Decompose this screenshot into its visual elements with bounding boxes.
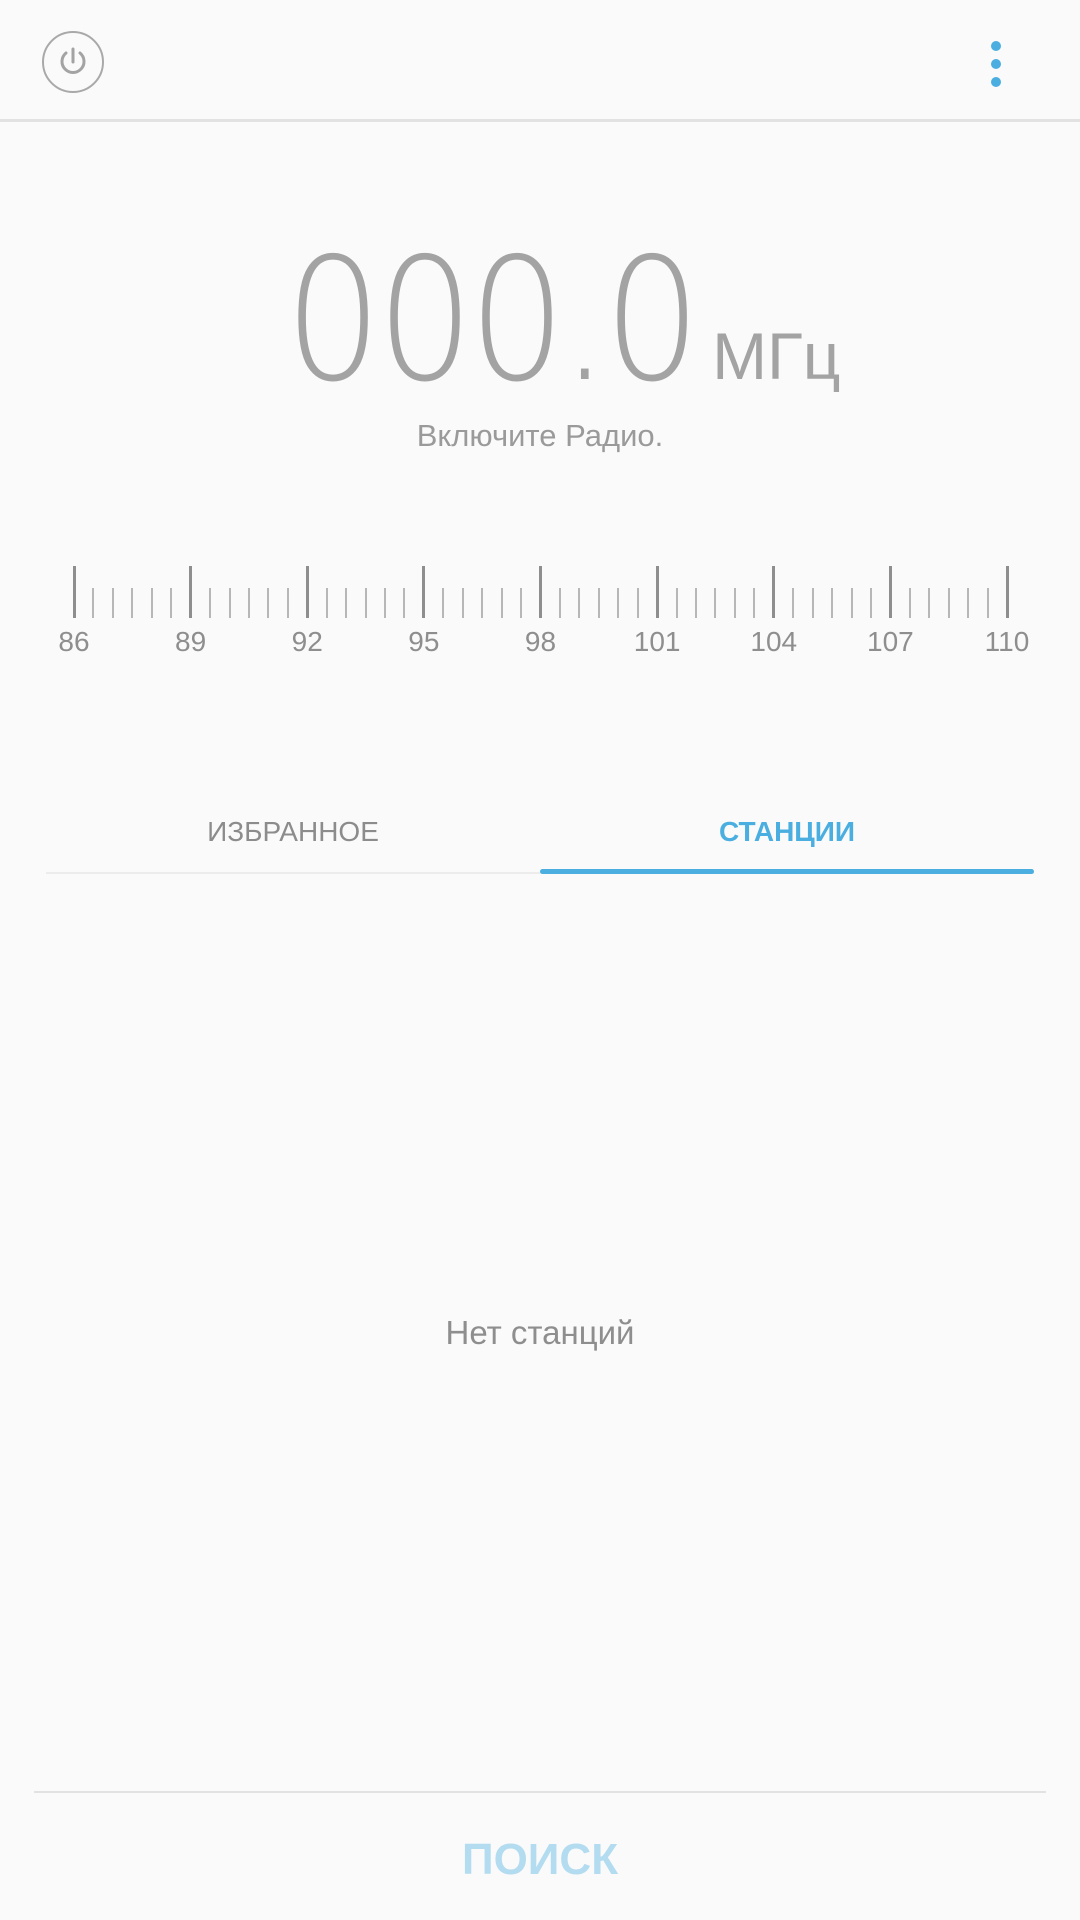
scale-minor-tick xyxy=(170,588,173,618)
scale-minor-tick xyxy=(831,588,834,618)
more-options-button[interactable] xyxy=(970,36,1022,92)
scale-label: 92 xyxy=(291,626,323,657)
scale-minor-tick xyxy=(908,588,911,618)
bottom-divider xyxy=(34,1791,1046,1793)
scale-minor-tick xyxy=(967,588,970,618)
scale-major-tick xyxy=(305,566,309,618)
scale-label: 110 xyxy=(984,626,1030,657)
scale-minor-tick xyxy=(384,588,386,618)
scale-minor-tick xyxy=(403,588,406,618)
scale-minor-tick xyxy=(228,588,231,618)
scale-label: 98 xyxy=(524,626,557,657)
scale-label: 107 xyxy=(867,626,914,657)
scale-major-tick xyxy=(655,566,659,618)
scale-label: 104 xyxy=(750,626,798,657)
more-vertical-icon xyxy=(991,41,1001,51)
scale-minor-tick xyxy=(597,588,600,618)
empty-stations-message: Нет станций xyxy=(445,1314,635,1351)
scale-minor-tick xyxy=(695,588,697,618)
scale-minor-tick xyxy=(850,588,853,618)
tab-selected-indicator xyxy=(540,869,1034,874)
power-icon xyxy=(60,47,86,74)
scale-minor-tick xyxy=(558,588,561,618)
scale-minor-tick xyxy=(986,588,989,618)
turn-on-hint: Включите Радио. xyxy=(416,418,664,453)
scale-major-tick xyxy=(72,566,76,618)
scale-minor-tick xyxy=(714,588,717,618)
scale-minor-tick xyxy=(247,588,250,618)
scale-minor-tick xyxy=(461,588,464,618)
scale-minor-tick xyxy=(286,588,289,618)
scale-minor-tick xyxy=(481,588,484,618)
scale-major-tick xyxy=(772,566,776,618)
scale-minor-tick xyxy=(111,588,114,618)
scale-major-tick xyxy=(888,566,892,618)
tab-favorites[interactable]: ИЗБРАННОЕ xyxy=(46,790,540,874)
scale-minor-tick xyxy=(345,588,348,618)
more-vertical-icon-dot xyxy=(991,59,1001,69)
scale-minor-tick xyxy=(131,588,134,618)
scale-label: 86 xyxy=(58,626,90,657)
scale-minor-tick xyxy=(150,588,153,618)
scale-label: 101 xyxy=(633,626,681,657)
scale-label: 89 xyxy=(175,626,207,657)
scale-minor-tick xyxy=(442,588,445,618)
scale-minor-tick xyxy=(928,588,931,618)
more-vertical-icon-dot xyxy=(991,77,1001,87)
power-button[interactable] xyxy=(42,31,104,93)
scale-minor-tick xyxy=(520,588,523,618)
scale-minor-tick xyxy=(325,588,328,618)
scale-minor-tick xyxy=(364,588,367,618)
scale-minor-tick xyxy=(267,588,270,618)
scale-minor-tick xyxy=(617,588,620,618)
scale-minor-tick xyxy=(869,588,872,618)
search-button[interactable]: ПОИСК xyxy=(390,1820,690,1900)
scale-minor-tick xyxy=(578,588,581,618)
scale-minor-tick xyxy=(500,588,503,618)
scale-minor-tick xyxy=(209,588,212,618)
scale-label: 95 xyxy=(408,626,440,657)
top-bar xyxy=(0,0,1080,122)
scale-minor-tick xyxy=(792,588,795,618)
scale-minor-tick xyxy=(92,588,95,618)
scale-minor-tick xyxy=(636,588,639,618)
scale-minor-tick xyxy=(947,588,950,618)
tab-bar: ИЗБРАННОЕ СТАНЦИИ xyxy=(46,790,1034,874)
frequency-unit: МГц xyxy=(712,319,841,393)
tab-stations[interactable]: СТАНЦИИ xyxy=(540,790,1034,874)
frequency-scale[interactable]: 86 89 92 95 98 101 104 107 110 xyxy=(0,560,1080,670)
scale-major-tick xyxy=(422,566,426,618)
fm-radio-screen: 000.0 МГц Включите Радио. 86 89 92 95 98 101 1… xyxy=(0,0,1080,1920)
scale-minor-tick xyxy=(811,588,814,618)
scale-minor-tick xyxy=(733,588,736,618)
scale-minor-tick xyxy=(753,588,756,618)
scale-major-tick xyxy=(539,566,542,618)
scale-major-tick xyxy=(189,566,193,618)
scale-major-tick xyxy=(1005,566,1009,618)
frequency-display: 000.0 МГц xyxy=(0,236,1080,416)
scale-minor-tick xyxy=(675,588,678,618)
frequency-value: 000.0 xyxy=(285,222,701,420)
